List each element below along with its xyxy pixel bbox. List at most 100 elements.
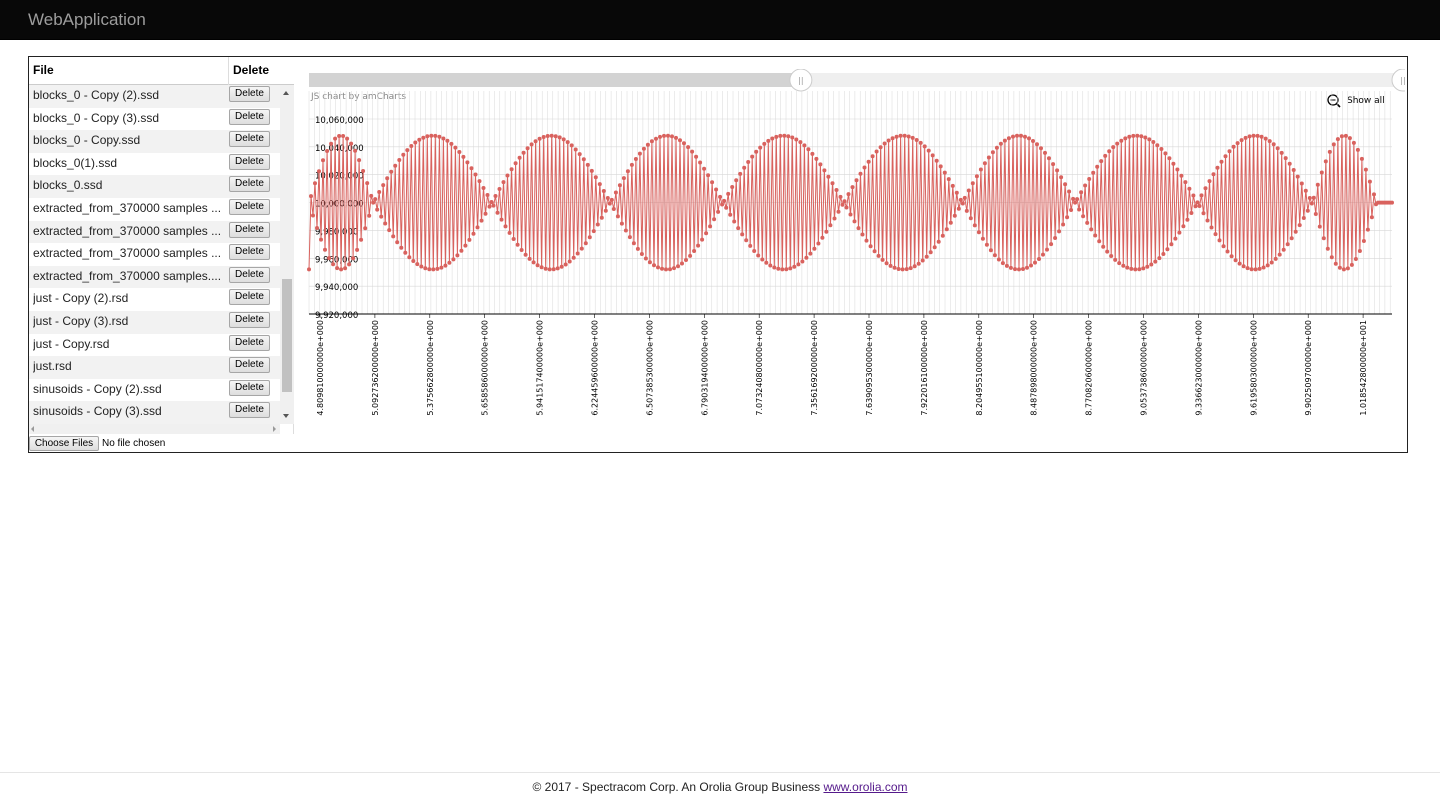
data-point [858,171,863,176]
file-row[interactable]: extracted_from_370000 samples ... Delete [29,198,280,221]
data-point [1205,218,1210,223]
data-point [583,241,588,246]
data-point [1235,141,1240,146]
chart-credit[interactable]: JS chart by amCharts [310,92,406,102]
data-point [529,142,534,147]
file-row[interactable]: blocks_0.ssd Delete [29,175,280,198]
file-name[interactable]: extracted_from_370000 samples ... [33,201,225,215]
data-point [481,186,486,190]
file-name[interactable]: just - Copy.rsd [33,337,225,351]
file-list-vertical-scrollbar[interactable] [280,85,294,424]
data-point [898,133,903,138]
file-name[interactable]: sinusoids - Copy (3).ssd [33,404,225,418]
scroll-left-arrow-icon[interactable] [31,426,34,432]
data-point [1325,246,1330,251]
file-row[interactable]: extracted_from_370000 samples ... Delete [29,243,280,266]
data-point [724,205,729,210]
data-point [964,208,969,213]
data-point [553,134,558,139]
delete-file-button[interactable]: Delete [229,266,270,283]
file-row[interactable]: blocks_0 - Copy.ssd Delete [29,130,280,153]
delete-file-button[interactable]: Delete [229,131,270,148]
data-point [1263,136,1268,141]
delete-file-button[interactable]: Delete [229,198,270,215]
data-point [714,187,719,192]
data-point [317,169,321,174]
x-tick-label: 9.053738600000e+000 [1140,320,1149,416]
chart-scrollbar-selection[interactable] [309,73,801,87]
file-row[interactable]: just - Copy (3).rsd Delete [29,310,280,334]
data-point [597,182,602,187]
file-row[interactable]: just - Copy (2).rsd Delete [29,288,280,311]
file-row[interactable]: extracted_from_370000 samples.... Delete [29,265,280,289]
app-brand[interactable]: WebApplication [28,10,146,30]
delete-file-button[interactable]: Delete [229,357,270,374]
file-name[interactable]: blocks_0 - Copy.ssd [33,133,225,147]
file-name[interactable]: blocks_0 - Copy (3).ssd [33,111,225,125]
file-list[interactable]: blocks_0 - Copy (2).ssd Delete blocks_0 - … [29,85,280,424]
scroll-up-arrow-icon[interactable] [283,91,289,95]
data-point [1153,259,1158,264]
file-row[interactable]: just.rsd Delete [29,356,280,379]
data-point [421,135,426,140]
scroll-down-arrow-icon[interactable] [283,414,289,418]
file-name[interactable]: blocks_0 - Copy (2).ssd [33,88,225,102]
data-point [347,262,352,267]
file-name[interactable]: just - Copy (3).rsd [33,314,225,328]
file-row[interactable]: blocks_0(1).ssd Delete [29,153,280,176]
file-name[interactable]: extracted_from_370000 samples ... [33,246,225,260]
delete-file-button[interactable]: Delete [229,311,270,328]
file-row[interactable]: sinusoids - Copy (2).ssd Delete [29,379,280,402]
data-point [954,190,959,195]
data-point [1103,153,1108,158]
delete-file-button[interactable]: Delete [229,334,270,351]
delete-file-button[interactable]: Delete [229,244,270,261]
delete-file-button[interactable]: Delete [229,153,270,170]
data-point [742,165,747,170]
delete-file-button[interactable]: Delete [229,221,270,238]
file-list-horizontal-scrollbar[interactable] [29,424,280,434]
scroll-right-arrow-icon[interactable] [273,426,276,432]
data-point [1337,265,1342,270]
data-point [1017,267,1021,272]
file-row[interactable]: blocks_0 - Copy (2).ssd Delete [29,85,280,108]
data-point [974,174,979,179]
scrollbar-thumb[interactable] [282,279,292,392]
data-point [696,243,701,248]
file-row[interactable]: sinusoids - Copy (3).ssd Delete [29,401,280,424]
file-name[interactable]: blocks_0.ssd [33,178,225,192]
choose-files-button[interactable]: Choose Files [29,436,99,451]
delete-file-button[interactable]: Delete [229,176,270,193]
data-point [575,251,580,256]
delete-file-button[interactable]: Delete [229,86,270,102]
file-name[interactable]: just.rsd [33,359,225,373]
file-row[interactable]: extracted_from_370000 samples ... Delete [29,220,280,244]
data-point [1335,137,1340,142]
data-point [1291,168,1296,172]
data-point [1045,247,1049,252]
file-row[interactable]: just - Copy.rsd Delete [29,334,280,357]
line-chart[interactable]: || || JS chart by amCharts Show all 10,060,0… [307,68,1415,441]
file-row[interactable]: blocks_0 - Copy (3).ssd Delete [29,108,280,131]
data-point [479,218,484,223]
data-point [1357,249,1362,253]
show-all-button[interactable]: Show all [1347,96,1385,106]
data-point [1323,159,1328,164]
delete-file-button[interactable]: Delete [229,402,270,419]
file-name[interactable]: sinusoids - Copy (2).ssd [33,382,225,396]
file-name[interactable]: extracted_from_370000 samples.... [33,269,225,283]
file-name[interactable]: blocks_0(1).ssd [33,156,225,170]
data-point [415,262,420,267]
delete-file-button[interactable]: Delete [229,379,270,396]
data-point [690,149,695,154]
file-name[interactable]: extracted_from_370000 samples ... [33,224,225,238]
delete-file-button[interactable]: Delete [229,108,270,125]
data-point [1159,147,1164,151]
data-point [848,212,853,217]
footer-link[interactable]: www.orolia.com [823,780,907,794]
data-point [758,145,763,150]
data-point [738,171,743,176]
delete-file-button[interactable]: Delete [229,289,270,306]
file-name[interactable]: just - Copy (2).rsd [33,291,225,305]
data-point [682,141,686,146]
